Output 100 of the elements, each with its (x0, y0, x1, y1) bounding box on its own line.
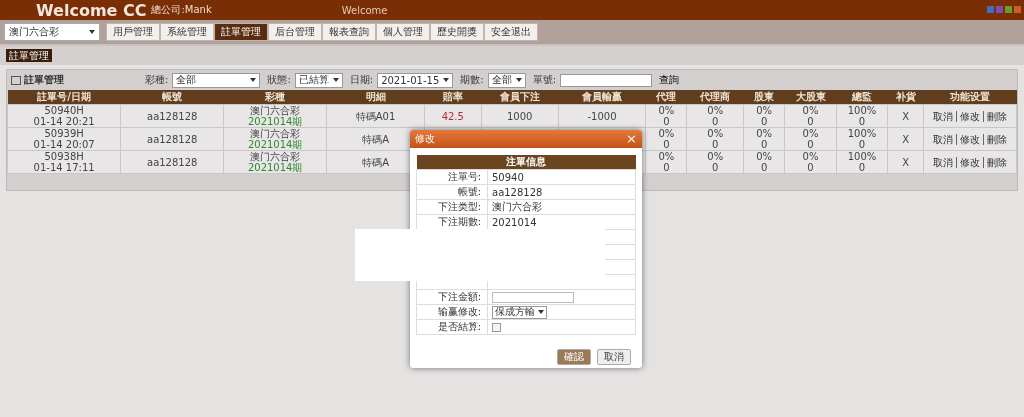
row-action-link[interactable]: 取消 (930, 110, 957, 122)
table-cell: X (902, 156, 910, 168)
order-number-input[interactable] (560, 73, 652, 87)
caret-icon (332, 78, 339, 82)
table-cell: 0% 0 (802, 151, 819, 173)
filter-label: 日期: (349, 73, 374, 87)
table-cell: 0% 0 (756, 105, 773, 127)
row-action-link[interactable]: 刪除 (983, 156, 1011, 168)
caret-icon (443, 78, 450, 82)
search-button[interactable]: 查詢 (659, 73, 679, 87)
table-cell: 0% 0 (707, 151, 724, 173)
table-cell: 50939H 01-14 20:07 (33, 128, 95, 150)
theme-swatch[interactable] (987, 6, 994, 13)
theme-swatch[interactable] (1005, 6, 1012, 13)
caret-icon (250, 78, 257, 82)
theme-swatch[interactable] (1014, 6, 1021, 13)
column-header: 會員下注 (481, 90, 559, 105)
field-label: 是否結算: (416, 319, 488, 335)
column-header: 补貨 (887, 90, 924, 105)
nav-tab[interactable]: 歷史開獎 (430, 23, 484, 41)
cancel-button[interactable]: 取消 (597, 349, 631, 365)
table-cell: aa128128 (147, 133, 198, 145)
table-cell: 1000 (506, 110, 533, 122)
table-cell: -1000 (587, 110, 617, 122)
table-cell: 0% 0 (658, 128, 675, 150)
column-header: 會員輸贏 (558, 90, 646, 105)
table-cell: 100% 0 (847, 151, 877, 173)
caret-icon (89, 30, 95, 34)
table-cell: 特碼A (362, 133, 389, 145)
lottery-select[interactable]: 澳门六合彩 (4, 23, 100, 41)
settled-checkbox[interactable] (492, 322, 501, 332)
column-header: 功能设置 (923, 90, 1017, 105)
table-cell: 澳门六合彩 2021014期 (247, 128, 303, 150)
filter-select[interactable]: 全部 (172, 72, 261, 88)
field-label: 输赢修改: (416, 304, 488, 320)
filter-label: 彩種: (145, 73, 169, 87)
close-button[interactable]: × (626, 133, 637, 145)
filter-label: 期數: (460, 73, 484, 87)
breadcrumb-tag: 註單管理 (6, 49, 52, 62)
field-value: aa128128 (487, 184, 636, 200)
nav-tab[interactable]: 后台管理 (268, 23, 322, 41)
caret-icon (515, 78, 522, 82)
row-action-link[interactable]: 修改 (956, 110, 984, 122)
panel-icon (11, 75, 21, 85)
amount-input[interactable] (492, 291, 574, 303)
table-cell: 0% 0 (756, 151, 773, 173)
filter-select[interactable]: 2021-01-15 (377, 72, 454, 88)
table-cell: 100% 0 (847, 105, 877, 127)
nav-tab[interactable]: 系統管理 (160, 23, 214, 41)
caret-icon (538, 310, 544, 314)
table-cell: 0% 0 (802, 105, 819, 127)
table-cell: 0% 0 (658, 105, 675, 127)
column-header: 代理商 (686, 90, 744, 105)
dialog-title: 修改 (415, 132, 435, 146)
table-cell: 0% 0 (756, 128, 773, 150)
table-cell: 0% 0 (707, 128, 724, 150)
site-title: Welcome CC (36, 0, 147, 20)
field-label: 注單号: (416, 169, 488, 185)
column-header: 帳號 (120, 90, 224, 105)
nav-tab[interactable]: 用戶管理 (106, 23, 160, 41)
table-cell: 50940H 01-14 20:21 (33, 105, 95, 127)
field-label: 下注金額: (416, 289, 488, 305)
result-select[interactable]: 保成方輸 (492, 305, 547, 319)
table-cell: 0% 0 (658, 151, 675, 173)
table-cell: 0% 0 (802, 128, 819, 150)
table-cell: 50938H 01-14 17:11 (33, 151, 95, 173)
column-header: 股東 (743, 90, 785, 105)
table-cell: 0% 0 (707, 105, 724, 127)
table-cell: aa128128 (147, 156, 198, 168)
field-label: 帳號: (416, 184, 488, 200)
table-cell: 澳门六合彩 2021014期 (247, 151, 303, 173)
column-header: 總監 (836, 90, 888, 105)
field-value: 50940 (487, 169, 636, 185)
filter-label: 單號: (532, 73, 556, 87)
field-value: 澳门六合彩 (487, 199, 636, 215)
row-action-link[interactable]: 取消 (930, 133, 957, 145)
column-header: 明細 (326, 90, 425, 105)
column-header: 代理 (645, 90, 687, 105)
filter-select[interactable]: 已結算 (294, 72, 343, 88)
welcome-text: Welcome (341, 4, 388, 16)
column-header: 大股東 (784, 90, 837, 105)
table-cell: X (902, 110, 910, 122)
table-cell: 100% 0 (847, 128, 877, 150)
theme-swatch[interactable] (996, 6, 1003, 13)
row-action-link[interactable]: 修改 (956, 133, 984, 145)
filter-select[interactable]: 全部 (487, 72, 526, 88)
row-action-link[interactable]: 修改 (956, 156, 984, 168)
nav-tab[interactable]: 安全退出 (484, 23, 538, 41)
column-header: 註單号/日期 (7, 90, 121, 105)
company-label: 總公司:Mank (151, 3, 212, 17)
column-header: 彩種 (223, 90, 327, 105)
table-cell: 特碼A (362, 156, 389, 168)
nav-tab[interactable]: 報表查詢 (322, 23, 376, 41)
nav-tab[interactable]: 註單管理 (214, 23, 268, 41)
nav-tab[interactable]: 個人管理 (376, 23, 430, 41)
confirm-button[interactable]: 確認 (557, 349, 591, 365)
row-action-link[interactable]: 刪除 (983, 133, 1011, 145)
table-cell: 42.5 (441, 110, 464, 122)
row-action-link[interactable]: 取消 (930, 156, 957, 168)
row-action-link[interactable]: 刪除 (983, 110, 1011, 122)
